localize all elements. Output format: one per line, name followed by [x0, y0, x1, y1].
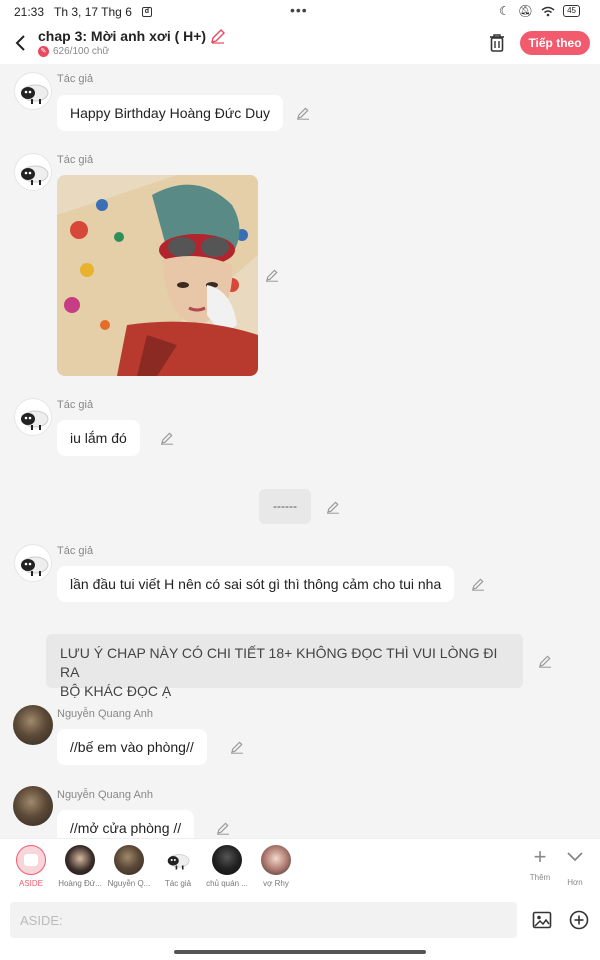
- character-hoang-duc-duy[interactable]: Hoàng Đứ...: [55, 845, 105, 888]
- portrait-photo: [57, 175, 258, 376]
- sheep-icon: [21, 165, 49, 185]
- chat-area[interactable]: Tác giả Happy Birthday Hoàng Đức Duy Tác…: [0, 64, 600, 838]
- character-label: chủ quán ...: [206, 879, 248, 888]
- author-avatar[interactable]: [14, 544, 52, 582]
- battery-icon: 45: [563, 5, 580, 17]
- character-avatar: [114, 845, 144, 875]
- message-input[interactable]: [10, 902, 517, 938]
- status-date: Th 3, 17 Thg 6: [54, 5, 132, 19]
- next-button[interactable]: Tiếp theo: [520, 31, 590, 55]
- more-button[interactable]: Hơn: [560, 845, 590, 887]
- speaker-name: Tác giả: [57, 399, 94, 411]
- character-label: ASIDE: [18, 879, 43, 888]
- status-bar: 21:33 Th 3, 17 Thg 6 d ••• ☾ 🔕︎ 45: [0, 0, 600, 24]
- character-avatar[interactable]: [13, 786, 53, 826]
- mute-icon: 🔕︎: [517, 4, 534, 18]
- plus-icon: +: [533, 844, 547, 869]
- pencil-icon[interactable]: [210, 28, 226, 44]
- word-count-icon: ✎: [38, 46, 49, 57]
- chapter-title[interactable]: chap 3: Mời anh xơi ( H+): [38, 28, 206, 44]
- edit-icon[interactable]: [326, 500, 340, 514]
- author-avatar[interactable]: [14, 153, 52, 191]
- message-bubble[interactable]: //bế em vào phòng//: [57, 729, 207, 765]
- word-count: 626/100 chữ: [53, 46, 110, 57]
- window-dots: •••: [290, 2, 308, 18]
- character-bar: ASIDE Hoàng Đứ... Nguyễn Q... Tác giả ch…: [0, 838, 600, 894]
- edit-icon[interactable]: [471, 577, 485, 591]
- aside-note-line: BỘ KHÁC ĐỌC Ạ: [60, 683, 172, 699]
- input-bar: [0, 894, 600, 960]
- character-label: vợ Rhy: [263, 879, 289, 888]
- character-aside[interactable]: ASIDE: [6, 845, 56, 888]
- separator-bubble[interactable]: ------: [259, 489, 311, 524]
- speaker-name: Nguyễn Quang Anh: [57, 789, 154, 801]
- image-icon[interactable]: [532, 910, 552, 930]
- sheep-icon: [163, 845, 193, 875]
- message-bubble[interactable]: //mở cửa phòng //: [57, 810, 195, 838]
- message-bubble[interactable]: Happy Birthday Hoàng Đức Duy: [57, 95, 284, 131]
- sheep-icon: [21, 556, 49, 576]
- app-notification-icon: d: [141, 7, 152, 17]
- character-avatar[interactable]: [13, 705, 53, 745]
- wifi-icon: [541, 6, 555, 16]
- edit-icon[interactable]: [265, 268, 279, 282]
- back-icon[interactable]: [12, 32, 30, 54]
- sheep-icon: [21, 410, 49, 430]
- character-chu-quan[interactable]: chủ quán ...: [202, 845, 252, 888]
- edit-icon[interactable]: [160, 431, 174, 445]
- character-tac-gia[interactable]: Tác giả: [153, 845, 203, 888]
- add-label: Thêm: [529, 873, 551, 882]
- trash-icon[interactable]: [488, 33, 506, 53]
- editor-header: chap 3: Mời anh xơi ( H+) ✎ 626/100 chữ …: [0, 24, 600, 64]
- more-label: Hơn: [567, 878, 583, 887]
- speaker-name: Tác giả: [57, 545, 94, 557]
- message-photo[interactable]: [57, 175, 258, 376]
- speaker-name: Tác giả: [57, 154, 94, 166]
- character-label: Tác giả: [164, 879, 192, 888]
- message-bubble[interactable]: lần đầu tui viết H nên có sai sót gì thì…: [57, 566, 455, 602]
- character-label: Hoàng Đứ...: [58, 879, 102, 888]
- aside-icon: [16, 845, 46, 875]
- edit-icon[interactable]: [216, 821, 230, 835]
- moon-icon: ☾: [499, 4, 510, 18]
- add-character-button[interactable]: + Thêm: [525, 844, 555, 883]
- aside-note[interactable]: LƯU Ý CHAP NÀY CÓ CHI TIẾT 18+ KHÔNG ĐỌC…: [46, 634, 523, 699]
- character-avatar: [212, 845, 242, 875]
- character-label: Nguyễn Q...: [107, 879, 151, 888]
- add-circle-icon[interactable]: [569, 910, 589, 930]
- character-vo-rhy[interactable]: vợ Rhy: [251, 845, 301, 888]
- aside-note-line: LƯU Ý CHAP NÀY CÓ CHI TIẾT 18+ KHÔNG ĐỌC…: [60, 645, 498, 680]
- edit-icon[interactable]: [296, 106, 310, 120]
- sheep-icon: [21, 84, 49, 104]
- home-indicator[interactable]: [174, 950, 426, 954]
- author-avatar[interactable]: [14, 72, 52, 110]
- speaker-name: Nguyễn Quang Anh: [57, 708, 154, 720]
- character-avatar: [261, 845, 291, 875]
- edit-icon[interactable]: [230, 740, 244, 754]
- edit-icon[interactable]: [538, 654, 552, 668]
- character-avatar: [65, 845, 95, 875]
- chevron-down-icon: [567, 852, 583, 862]
- character-nguyen-quang-anh[interactable]: Nguyễn Q...: [104, 845, 154, 888]
- message-bubble[interactable]: iu lắm đó: [57, 420, 140, 456]
- author-avatar[interactable]: [14, 398, 52, 436]
- status-time: 21:33: [14, 5, 45, 19]
- speaker-name: Tác giả: [57, 73, 94, 85]
